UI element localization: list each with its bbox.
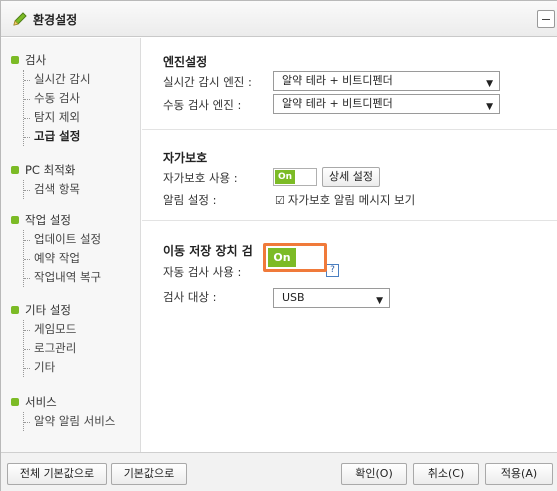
- realtime-engine-select[interactable]: 알약 테라 + 비트디펜더 ▼: [273, 71, 500, 91]
- sidebar-item-advanced[interactable]: 고급 설정: [24, 127, 91, 146]
- chevron-down-icon: ▼: [486, 102, 493, 112]
- help-icon[interactable]: ?: [326, 264, 339, 277]
- sidebar: 검사 실시간 감시 수동 검사 탐지 제외 고급 설정 PC 최적화 검색 항목: [1, 38, 141, 452]
- sidebar-group-label: 기타 설정: [25, 303, 71, 317]
- apply-button[interactable]: 적용(A): [485, 463, 553, 485]
- toggle-on-text: On: [275, 170, 295, 184]
- alert-checkbox-label: 자가보호 알림 메시지 보기: [287, 193, 416, 207]
- section-title: 이동 저장 장치 검: [163, 244, 253, 258]
- select-value: 알약 테라 + 비트디펜더: [282, 74, 393, 87]
- sidebar-group-scan: 검사 실시간 감시 수동 검사 탐지 제외 고급 설정: [11, 52, 91, 146]
- sidebar-subitems: 업데이트 설정 예약 작업 작업내역 복구: [23, 230, 101, 287]
- sidebar-item-log[interactable]: 로그관리: [24, 339, 76, 358]
- select-value: 알약 테라 + 비트디펜더: [282, 97, 393, 110]
- sidebar-item-alert-service[interactable]: 알약 알림 서비스: [24, 412, 115, 431]
- self-protect-section: 자가보호 자가보호 사용 : On 상세 설정 알림 설정 : ☑ 자가보호 알…: [142, 131, 557, 221]
- alert-checkbox-row[interactable]: ☑ 자가보호 알림 메시지 보기: [275, 192, 415, 208]
- sidebar-item-realtime[interactable]: 실시간 감시: [24, 70, 91, 89]
- cancel-button[interactable]: 취소(C): [413, 463, 479, 485]
- ok-button[interactable]: 확인(O): [341, 463, 407, 485]
- sidebar-group-header[interactable]: PC 최적화: [11, 162, 75, 178]
- sidebar-group-task: 작업 설정 업데이트 설정 예약 작업 작업내역 복구: [11, 212, 101, 287]
- sidebar-subitems: 실시간 감시 수동 검사 탐지 제외 고급 설정: [23, 70, 91, 146]
- sidebar-item-schedule[interactable]: 예약 작업: [24, 249, 101, 268]
- window-title: 환경설정: [33, 13, 78, 27]
- sidebar-item-update[interactable]: 업데이트 설정: [24, 230, 101, 249]
- sidebar-group-label: PC 최적화: [25, 163, 76, 177]
- alert-setting-label: 알림 설정 :: [163, 193, 217, 207]
- sidebar-subitems: 알약 알림 서비스: [23, 412, 115, 431]
- settings-window: 환경설정 검사 실시간 감시 수동 검사 탐지 제외 고급 설정 PC 최적화: [0, 0, 557, 491]
- green-bullet-icon: [11, 216, 19, 224]
- detail-settings-button[interactable]: 상세 설정: [322, 167, 380, 187]
- sidebar-group-header[interactable]: 서비스: [11, 394, 57, 410]
- checkbox-checked-icon[interactable]: ☑: [275, 194, 285, 207]
- select-value: USB: [282, 291, 305, 304]
- green-bullet-icon: [11, 166, 19, 174]
- auto-scan-label: 자동 검사 사용 :: [163, 265, 242, 279]
- sidebar-item-exclusion[interactable]: 탐지 제외: [24, 108, 91, 127]
- manual-engine-label: 수동 검사 엔진 :: [163, 98, 242, 112]
- sidebar-item-manual-scan[interactable]: 수동 검사: [24, 89, 91, 108]
- sidebar-group-header[interactable]: 작업 설정: [11, 212, 71, 228]
- settings-panel: 엔진설정 실시간 감시 엔진 : 알약 테라 + 비트디펜더 ▼ 수동 검사 엔…: [142, 38, 557, 452]
- sidebar-item-game-mode[interactable]: 게임모드: [24, 320, 76, 339]
- sidebar-group-other: 기타 설정 게임모드 로그관리 기타: [11, 302, 76, 377]
- scan-target-select[interactable]: USB ▼: [273, 288, 390, 308]
- manual-engine-select[interactable]: 알약 테라 + 비트디펜더 ▼: [273, 94, 500, 114]
- self-protect-use-label: 자가보호 사용 :: [163, 171, 238, 185]
- sidebar-group-label: 서비스: [25, 395, 57, 409]
- footer-bar: 전체 기본값으로 기본값으로 확인(O) 취소(C) 적용(A): [1, 452, 557, 491]
- reset-all-button[interactable]: 전체 기본값으로: [7, 463, 107, 485]
- pencil-icon: [13, 12, 27, 26]
- green-bullet-icon: [11, 306, 19, 314]
- sidebar-subitems: 게임모드 로그관리 기타: [23, 320, 76, 377]
- sidebar-item-restore[interactable]: 작업내역 복구: [24, 268, 101, 287]
- reset-button[interactable]: 기본값으로: [111, 463, 187, 485]
- sidebar-subitems: 검색 항목: [23, 180, 80, 199]
- sidebar-item-etc[interactable]: 기타: [24, 358, 76, 377]
- sidebar-group-service: 서비스 알약 알림 서비스: [11, 394, 115, 431]
- sidebar-group-label: 작업 설정: [25, 213, 71, 227]
- sidebar-group-header[interactable]: 기타 설정: [11, 302, 71, 318]
- engine-section: 엔진설정 실시간 감시 엔진 : 알약 테라 + 비트디펜더 ▼ 수동 검사 엔…: [142, 38, 557, 130]
- realtime-engine-label: 실시간 감시 엔진 :: [163, 75, 252, 89]
- minimize-button[interactable]: [537, 10, 555, 28]
- self-protect-toggle[interactable]: On: [273, 168, 317, 186]
- sidebar-group-header[interactable]: 검사: [11, 52, 46, 68]
- scan-target-label: 검사 대상 :: [163, 290, 217, 304]
- green-bullet-icon: [11, 56, 19, 64]
- chevron-down-icon: ▼: [486, 79, 493, 89]
- chevron-down-icon: ▼: [376, 296, 383, 306]
- usb-section: 이동 저장 장치 검 자동 검사 사용 : ? 검사 대상 : USB ▼: [142, 222, 557, 332]
- toggle-on-text: On: [268, 248, 296, 267]
- green-bullet-icon: [11, 398, 19, 406]
- sidebar-item-search-items[interactable]: 검색 항목: [24, 180, 80, 199]
- section-title: 자가보호: [163, 151, 208, 165]
- title-bar: 환경설정: [1, 1, 557, 37]
- sidebar-group-pc-optimize: PC 최적화 검색 항목: [11, 162, 80, 199]
- section-title: 엔진설정: [163, 55, 208, 69]
- sidebar-group-label: 검사: [25, 53, 47, 67]
- usb-auto-scan-toggle[interactable]: On: [263, 243, 327, 272]
